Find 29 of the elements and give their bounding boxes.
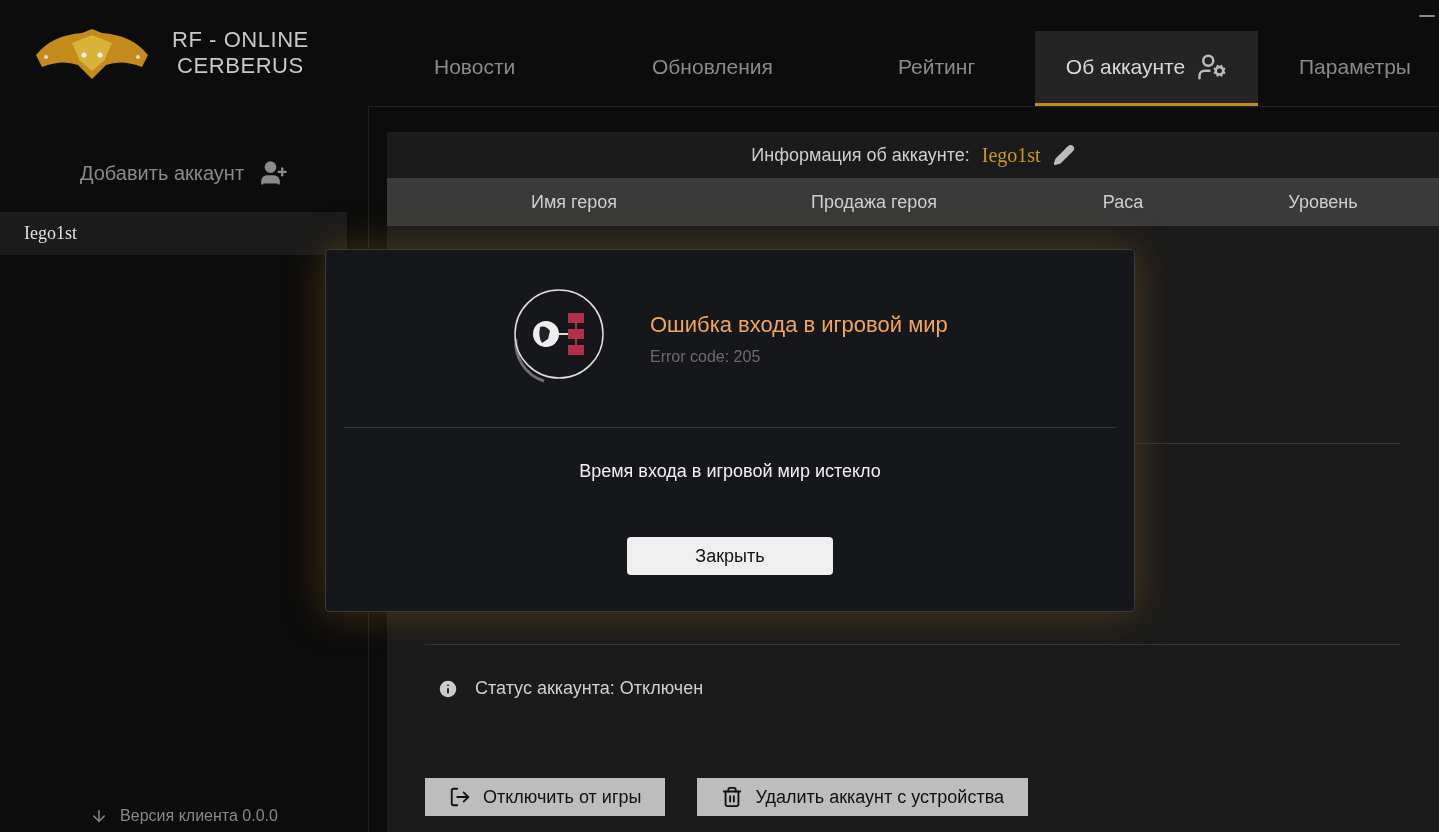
edit-icon[interactable]	[1052, 144, 1075, 166]
dialog-message: Время входа в игровой мир истекло	[579, 460, 881, 483]
column-header: Уровень	[1288, 190, 1358, 214]
add-user-icon	[260, 159, 289, 187]
trash-icon	[721, 786, 744, 808]
add-account-button[interactable]: Добавить аккаунт	[79, 158, 289, 188]
column-header: Продажа героя	[810, 190, 938, 214]
account-status: Статус аккаунта: Отключен	[475, 677, 704, 700]
info-icon	[437, 677, 459, 700]
error-code: Error code: 205	[650, 347, 762, 367]
client-version: Версия клиента 0.0.0	[120, 806, 278, 826]
column-header: Раса	[1102, 190, 1144, 214]
disconnect-button[interactable]: Отключить от игры	[425, 778, 666, 816]
sign-out-icon	[449, 786, 471, 808]
info-label: Информация об аккаунте:	[751, 143, 970, 167]
account-item[interactable]: Iego1st	[0, 212, 347, 255]
logo-title: RF - ONLINE	[172, 27, 309, 53]
nav-tab[interactable]: Об аккаунте	[1035, 31, 1258, 106]
username: Iego1st	[981, 143, 1041, 169]
dialog-title: Ошибка входа в игровой мир	[650, 311, 948, 339]
column-header: Имя героя	[531, 190, 617, 214]
close-button[interactable]: Закрыть	[627, 537, 833, 575]
nav-tab[interactable]: Новости	[418, 31, 636, 106]
logo-subtitle: CERBERUS	[177, 53, 304, 79]
nav-tab[interactable]: Рейтинг	[882, 31, 1035, 106]
user-gear-icon	[1197, 52, 1228, 82]
nav-tab[interactable]: Обновления	[636, 31, 882, 106]
nav-tab[interactable]: Параметры	[1283, 31, 1433, 106]
delete-button[interactable]: Удалить аккаунт с устройства	[697, 778, 1029, 816]
